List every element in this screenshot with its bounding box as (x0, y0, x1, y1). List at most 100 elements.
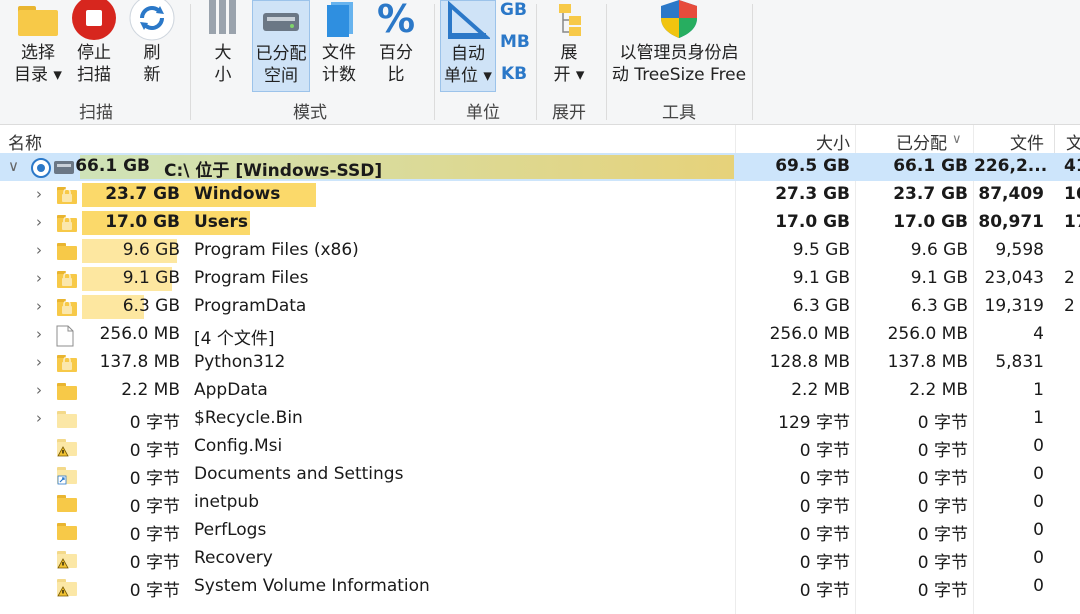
cell-size: 6.3 GB (792, 296, 850, 316)
separator (752, 4, 753, 120)
tree-row[interactable]: 0 字节 Recovery 0 字节 0 字节 0 (0, 545, 1080, 573)
cell-folders: 41 (1064, 156, 1080, 176)
expand-chevron-icon[interactable]: › (36, 381, 42, 399)
cell-files: 87,409 (978, 184, 1044, 204)
cell-files: 1 (1033, 380, 1044, 400)
run-as-admin-button[interactable]: 以管理员身份启 动 TreeSize Free (612, 0, 746, 92)
column-name[interactable]: 名称 (8, 129, 42, 154)
cell-size: 0 字节 (799, 553, 850, 573)
expand-chevron-icon[interactable]: › (36, 241, 42, 259)
unit-gb-button[interactable]: GB (500, 0, 527, 20)
expand-chevron-icon[interactable]: › (36, 213, 42, 231)
column-folders[interactable]: 文 (1066, 129, 1080, 154)
row-name: Config.Msi (194, 436, 283, 456)
row-size-label: 17.0 GB (105, 212, 180, 232)
tree-row[interactable]: › 256.0 MB [4 个文件] 256.0 MB 256.0 MB 4 (0, 321, 1080, 349)
column-allocated[interactable]: 已分配 (896, 129, 947, 154)
unit-kb-button[interactable]: KB (501, 64, 527, 84)
view-file-count-button[interactable]: 文件 计数 (314, 0, 364, 92)
tree-row[interactable]: › 6.3 GB ProgramData 6.3 GB 6.3 GB 19,31… (0, 293, 1080, 321)
column-files[interactable]: 文件 (974, 129, 1044, 154)
row-size-label: 6.3 GB (122, 296, 180, 316)
cell-files: 5,831 (995, 352, 1044, 372)
expand-chevron-icon[interactable]: › (36, 353, 42, 371)
tree-row[interactable]: 0 字节 Documents and Settings 0 字节 0 字节 0 (0, 461, 1080, 489)
tree-row[interactable]: › 2.2 MB AppData 2.2 MB 2.2 MB 1 (0, 377, 1080, 405)
row-name: Documents and Settings (194, 464, 404, 484)
row-name: Recovery (194, 548, 273, 568)
tree-row[interactable]: › 23.7 GB Windows 27.3 GB 23.7 GB 87,409… (0, 181, 1080, 209)
expand-chevron-icon[interactable]: › (36, 297, 42, 315)
row-size-label: 256.0 MB (99, 324, 180, 344)
row-name: ProgramData (194, 296, 307, 316)
cell-allocated: 6.3 GB (910, 296, 968, 316)
cell-allocated: 0 字节 (917, 581, 968, 601)
expand-chevron-icon[interactable]: › (36, 185, 42, 203)
cell-allocated: 23.7 GB (893, 184, 968, 204)
cell-allocated: 0 字节 (917, 469, 968, 489)
cell-size: 9.5 GB (792, 240, 850, 260)
tree-row[interactable]: › 9.6 GB Program Files (x86) 9.5 GB 9.6 … (0, 237, 1080, 265)
expand-button[interactable]: 展 开 ▾ (544, 0, 594, 92)
stop-icon (71, 0, 117, 42)
cell-size: 9.1 GB (792, 268, 850, 288)
cell-allocated: 0 字节 (917, 553, 968, 573)
tree-expand-icon (549, 0, 589, 42)
cell-size: 2.2 MB (791, 380, 850, 400)
tree-row[interactable]: 0 字节 inetpub 0 字节 0 字节 0 (0, 489, 1080, 517)
tree-row[interactable]: 0 字节 System Volume Information 0 字节 0 字节… (0, 573, 1080, 601)
row-size-label: 0 字节 (129, 497, 180, 517)
row-name: inetpub (194, 492, 259, 512)
row-name: Windows (194, 184, 281, 204)
cell-files: 80,971 (978, 212, 1044, 232)
view-size-button[interactable]: 大 小 (200, 0, 246, 92)
ribbon-toolbar: 选择 目录 ▾ 停止 扫描 刷 新 扫描 大 小 已分配 空间 文件 计数 % … (0, 0, 1080, 125)
expand-chevron-icon[interactable]: › (36, 325, 42, 343)
cell-files: 9,598 (995, 240, 1044, 260)
group-label-mode: 模式 (293, 103, 327, 123)
tree-row[interactable]: › 17.0 GB Users 17.0 GB 17.0 GB 80,971 1… (0, 209, 1080, 237)
row-name: PerfLogs (194, 520, 267, 540)
row-name: [4 个文件] (194, 329, 275, 349)
select-directory-button[interactable]: 选择 目录 ▾ (8, 0, 68, 92)
cell-files: 4 (1033, 324, 1044, 344)
folder-icon (16, 0, 60, 42)
tree-row[interactable]: › 0 字节 $Recycle.Bin 129 字节 0 字节 1 (0, 405, 1080, 433)
tree-row[interactable]: › 9.1 GB Program Files 9.1 GB 9.1 GB 23,… (0, 265, 1080, 293)
expand-chevron-icon[interactable]: › (36, 409, 42, 427)
disk-icon (259, 1, 303, 43)
sort-indicator-icon: ∨ (952, 132, 962, 147)
tree-row[interactable]: 0 字节 PerfLogs 0 字节 0 字节 0 (0, 517, 1080, 545)
row-name: System Volume Information (194, 576, 430, 596)
stop-scan-button[interactable]: 停止 扫描 (66, 0, 122, 92)
collapse-chevron-icon[interactable]: ∨ (8, 157, 19, 175)
row-size-label: 137.8 MB (99, 352, 180, 372)
cell-allocated: 17.0 GB (893, 212, 968, 232)
group-label-unit: 单位 (466, 103, 500, 123)
row-name: Users (194, 212, 248, 232)
column-divider[interactable] (1054, 125, 1055, 153)
bars-icon (203, 0, 243, 42)
refresh-button[interactable]: 刷 新 (126, 0, 178, 92)
cell-size: 0 字节 (799, 497, 850, 517)
separator (434, 4, 435, 120)
auto-unit-button[interactable]: 自动 单位 ▾ (440, 0, 496, 92)
cell-size: 256.0 MB (769, 324, 850, 344)
cell-files: 19,319 (984, 296, 1044, 316)
view-allocated-button[interactable]: 已分配 空间 (252, 0, 310, 92)
cell-files: 0 (1033, 492, 1044, 512)
column-size[interactable]: 大小 (730, 129, 850, 154)
tree-root-row[interactable]: ∨ 66.1 GB C:\ 位于 [Windows-SSD] 69.5 GB 6… (0, 153, 1080, 181)
row-size-label: 0 字节 (129, 469, 180, 489)
cell-allocated: 0 字节 (917, 525, 968, 545)
separator (606, 4, 607, 120)
row-name: $Recycle.Bin (194, 408, 303, 428)
tree-row[interactable]: › 137.8 MB Python312 128.8 MB 137.8 MB 5… (0, 349, 1080, 377)
row-size-label: 23.7 GB (105, 184, 180, 204)
expand-chevron-icon[interactable]: › (36, 269, 42, 287)
view-percent-button[interactable]: % 百分 比 (368, 0, 424, 92)
row-size-label: 9.1 GB (122, 268, 180, 288)
unit-mb-button[interactable]: MB (500, 32, 530, 52)
cell-allocated: 0 字节 (917, 497, 968, 517)
tree-row[interactable]: 0 字节 Config.Msi 0 字节 0 字节 0 (0, 433, 1080, 461)
